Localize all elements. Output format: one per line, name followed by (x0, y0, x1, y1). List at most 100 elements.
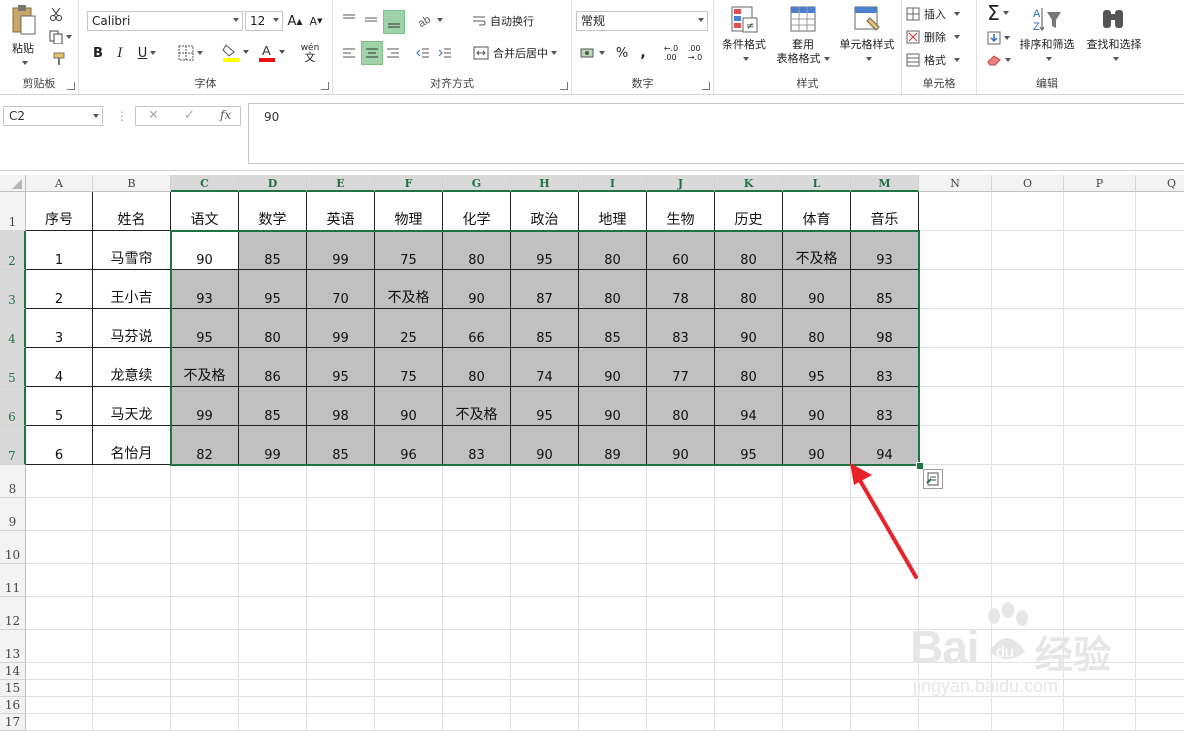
cell[interactable]: 74 (511, 348, 579, 387)
cell[interactable]: 80 (239, 309, 307, 348)
dialog-launcher-icon[interactable] (321, 82, 329, 90)
cell[interactable] (579, 465, 647, 498)
cell[interactable] (1064, 309, 1136, 348)
percent-style-button[interactable]: % (612, 42, 632, 64)
header-cell[interactable]: 姓名 (93, 192, 171, 231)
header-cell[interactable]: 物理 (375, 192, 443, 231)
header-cell[interactable]: 历史 (715, 192, 783, 231)
cell[interactable]: 95 (511, 231, 579, 270)
cell[interactable]: 王小吉 (93, 270, 171, 309)
cell[interactable] (171, 630, 239, 663)
font-color-button[interactable]: A (255, 40, 287, 64)
cell[interactable]: 93 (171, 270, 239, 309)
header-cell[interactable]: 政治 (511, 192, 579, 231)
enter-icon[interactable]: ✓ (184, 108, 195, 123)
fill-button[interactable] (981, 28, 1015, 48)
align-right-button[interactable] (383, 42, 403, 64)
italic-button[interactable]: I (111, 43, 129, 63)
cell[interactable] (1064, 465, 1136, 498)
cell[interactable] (1064, 498, 1136, 531)
cell[interactable]: 75 (375, 348, 443, 387)
cell[interactable] (851, 714, 919, 731)
cell[interactable] (239, 531, 307, 564)
cell[interactable] (511, 630, 579, 663)
cell[interactable] (307, 465, 375, 498)
cell[interactable]: 80 (647, 387, 715, 426)
cell[interactable] (375, 564, 443, 597)
borders-button[interactable] (173, 43, 207, 63)
column-header-h[interactable]: H (511, 175, 579, 192)
format-cells-button[interactable]: 格式 (906, 51, 972, 69)
grow-font-button[interactable]: A ▲ (287, 12, 303, 30)
font-name-select[interactable]: Calibri (87, 11, 243, 31)
row-header-7[interactable]: 7 (0, 426, 26, 465)
font-size-select[interactable]: 12 (245, 11, 283, 31)
cell[interactable]: 90 (715, 309, 783, 348)
cell[interactable] (715, 531, 783, 564)
cell[interactable] (375, 714, 443, 731)
cell[interactable] (443, 564, 511, 597)
cell[interactable] (171, 465, 239, 498)
cell[interactable] (715, 465, 783, 498)
cell[interactable] (647, 564, 715, 597)
cell[interactable]: 60 (647, 231, 715, 270)
cell[interactable] (307, 714, 375, 731)
column-header-e[interactable]: E (307, 175, 375, 192)
cell[interactable] (375, 630, 443, 663)
select-all-corner[interactable] (0, 175, 26, 192)
cell[interactable] (375, 498, 443, 531)
cell[interactable] (511, 531, 579, 564)
cell[interactable] (443, 697, 511, 714)
cell[interactable]: 95 (307, 348, 375, 387)
merge-center-button[interactable]: 合并后居中 (463, 42, 567, 64)
cell[interactable]: 95 (783, 348, 851, 387)
header-cell[interactable]: 音乐 (851, 192, 919, 231)
row-header-4[interactable]: 4 (0, 309, 26, 348)
cell[interactable] (579, 663, 647, 680)
cell[interactable]: 马雪帘 (93, 231, 171, 270)
cell[interactable] (992, 348, 1064, 387)
dialog-launcher-icon[interactable] (67, 82, 75, 90)
cell[interactable]: 名怡月 (93, 426, 171, 465)
insert-function-icon[interactable]: fx (220, 108, 231, 122)
cell[interactable] (715, 564, 783, 597)
column-header-i[interactable]: I (579, 175, 647, 192)
align-middle-button[interactable] (361, 10, 381, 30)
cell[interactable]: 85 (239, 387, 307, 426)
cell[interactable] (26, 531, 93, 564)
header-cell[interactable]: 语文 (171, 192, 239, 231)
cell[interactable] (26, 714, 93, 731)
header-cell[interactable]: 生物 (647, 192, 715, 231)
cell[interactable] (307, 531, 375, 564)
cell[interactable] (375, 697, 443, 714)
cell[interactable] (93, 663, 171, 680)
cell[interactable]: 66 (443, 309, 511, 348)
cell[interactable] (647, 498, 715, 531)
cell[interactable]: 4 (26, 348, 93, 387)
row-header-13[interactable]: 13 (0, 630, 26, 663)
cell[interactable] (307, 597, 375, 630)
cell[interactable]: 85 (579, 309, 647, 348)
cell[interactable] (992, 387, 1064, 426)
column-header-c[interactable]: C (171, 175, 239, 192)
header-cell[interactable]: 地理 (579, 192, 647, 231)
cell[interactable] (171, 714, 239, 731)
autosum-button[interactable]: Σ (981, 1, 1015, 25)
cell[interactable] (783, 680, 851, 697)
cell[interactable] (307, 697, 375, 714)
row-header-14[interactable]: 14 (0, 663, 26, 680)
cell[interactable] (375, 531, 443, 564)
conditional-formatting-button[interactable]: ≠ 条件格式 (716, 4, 772, 66)
decrease-decimal-button[interactable]: .00 →.0 (684, 42, 706, 64)
cell[interactable] (239, 597, 307, 630)
cell[interactable] (919, 348, 992, 387)
sort-filter-button[interactable]: AZ 排序和筛选 (1015, 4, 1079, 66)
cell[interactable]: 95 (715, 426, 783, 465)
cell[interactable]: 75 (375, 231, 443, 270)
header-cell[interactable]: 体育 (783, 192, 851, 231)
cell[interactable] (511, 663, 579, 680)
comma-style-button[interactable]: , (634, 42, 652, 64)
cell[interactable]: 3 (26, 309, 93, 348)
row-header-12[interactable]: 12 (0, 597, 26, 630)
cell[interactable] (93, 714, 171, 731)
